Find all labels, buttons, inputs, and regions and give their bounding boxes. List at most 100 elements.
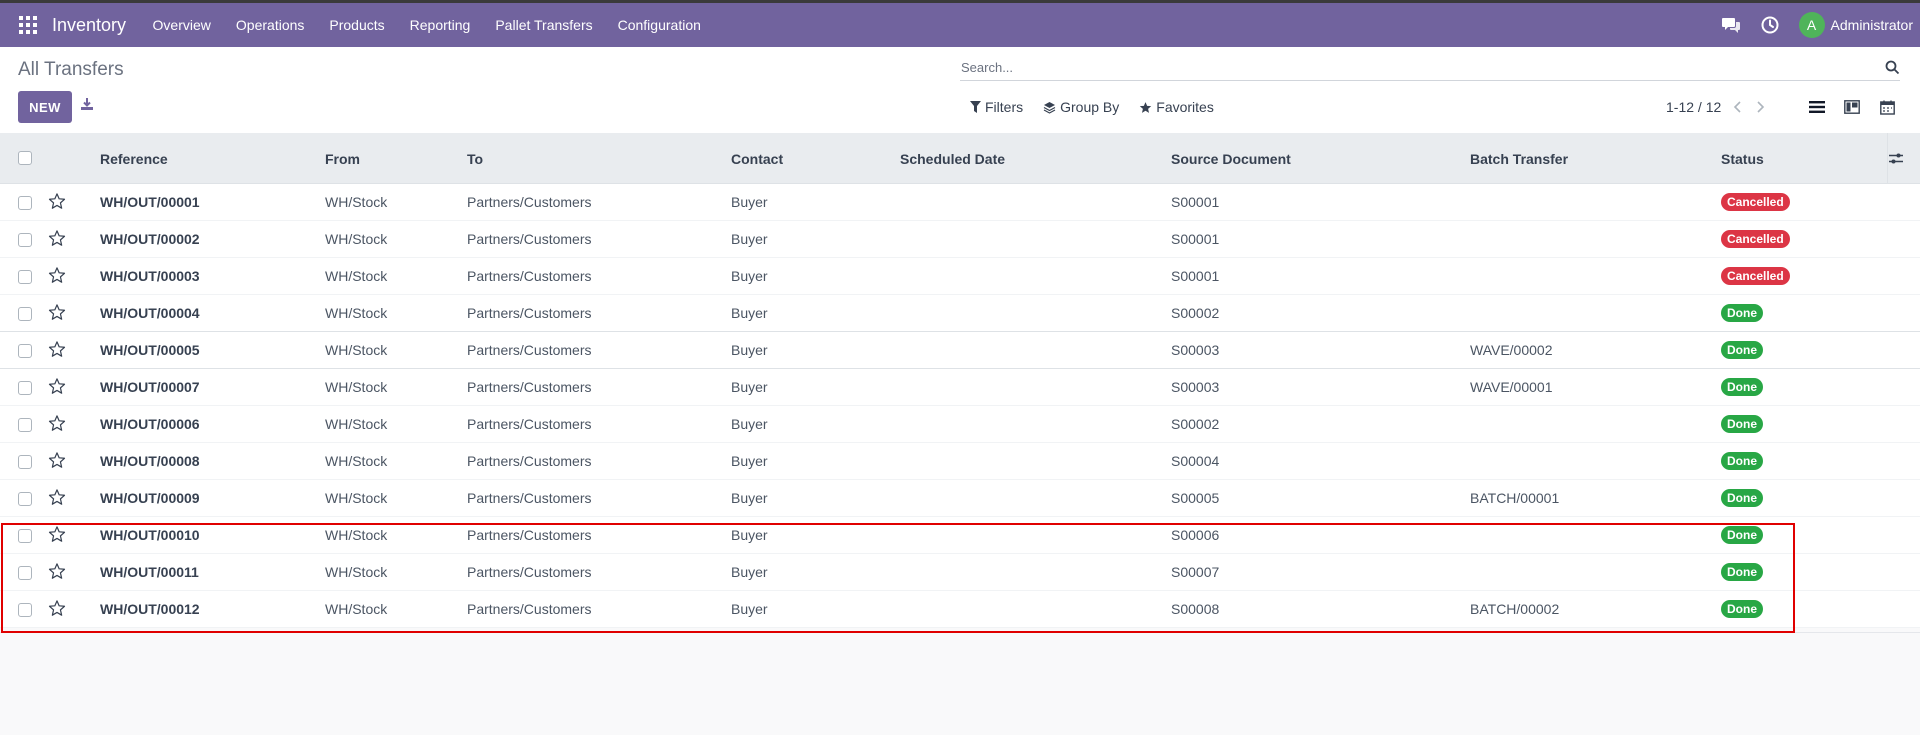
cell-to: Partners/Customers [467,416,592,432]
pager-next-icon[interactable] [1755,101,1765,113]
table-row[interactable]: WH/OUT/00008 WH/Stock Partners/Customers Bu… [0,443,1920,480]
cell-reference: WH/OUT/00003 [100,268,200,284]
group-by-toggle[interactable]: Group By [1043,99,1119,115]
optional-columns-icon[interactable] [1888,152,1904,170]
menu-reporting[interactable]: Reporting [397,17,483,33]
table-row[interactable]: WH/OUT/00004 WH/Stock Partners/Customers Bu… [0,295,1920,332]
star-icon[interactable] [48,266,66,289]
calendar-view-icon[interactable] [1876,97,1898,117]
cell-from: WH/Stock [325,268,388,284]
search-icon[interactable] [1885,60,1900,80]
cell-from: WH/Stock [325,379,388,395]
menu-operations[interactable]: Operations [223,17,316,33]
star-icon[interactable] [48,414,66,437]
cell-source-document: S00003 [1171,342,1220,358]
row-checkbox[interactable] [18,566,32,580]
search-input[interactable] [960,60,1860,75]
new-button[interactable]: NEW [18,91,72,123]
menu-pallet-transfers[interactable]: Pallet Transfers [483,17,605,33]
table-row[interactable]: WH/OUT/00003 WH/Stock Partners/Customers Bu… [0,258,1920,295]
favorites-toggle[interactable]: Favorites [1139,99,1214,115]
row-checkbox[interactable] [18,233,32,247]
status-badge: Cancelled [1721,267,1790,285]
table-row[interactable]: WH/OUT/00005 WH/Stock Partners/Customers Bu… [0,332,1920,369]
star-icon[interactable] [48,599,66,622]
pager-value[interactable]: 1-12 / 12 [1666,99,1721,115]
cell-to: Partners/Customers [467,527,592,543]
list-view-icon[interactable] [1806,97,1828,117]
cell-from: WH/Stock [325,527,388,543]
star-icon[interactable] [48,525,66,548]
table-row[interactable]: WH/OUT/00006 WH/Stock Partners/Customers Bu… [0,406,1920,443]
page-title[interactable]: All Transfers [18,59,124,81]
download-icon[interactable] [80,97,98,115]
cell-reference: WH/OUT/00008 [100,453,200,469]
cell-from: WH/Stock [325,490,388,506]
table-row[interactable]: WH/OUT/00010 WH/Stock Partners/Customers Bu… [0,517,1920,554]
filters-label: Filters [985,99,1024,115]
cell-reference: WH/OUT/00001 [100,194,200,210]
select-all-checkbox[interactable] [18,151,32,165]
menu-products[interactable]: Products [317,17,397,33]
column-header-source-document[interactable]: Source Document [1171,151,1291,167]
app-name[interactable]: Inventory [52,15,126,36]
layers-icon [1043,101,1056,114]
cell-from: WH/Stock [325,305,388,321]
row-checkbox[interactable] [18,196,32,210]
column-header-from[interactable]: From [325,151,360,167]
cell-from: WH/Stock [325,194,388,210]
star-icon[interactable] [48,562,66,585]
status-badge: Cancelled [1721,193,1790,211]
row-checkbox[interactable] [18,455,32,469]
star-icon[interactable] [48,377,66,400]
star-icon[interactable] [48,340,66,363]
table-row[interactable]: WH/OUT/00001 WH/Stock Partners/Customers Bu… [0,184,1920,221]
cell-to: Partners/Customers [467,601,592,617]
cell-to: Partners/Customers [467,268,592,284]
table-row[interactable]: WH/OUT/00007 WH/Stock Partners/Customers Bu… [0,369,1920,406]
table-row[interactable]: WH/OUT/00011 WH/Stock Partners/Customers Bu… [0,554,1920,591]
star-icon[interactable] [48,192,66,215]
column-header-batch-transfer[interactable]: Batch Transfer [1470,151,1568,167]
column-header-contact[interactable]: Contact [731,151,783,167]
cell-batch-transfer: BATCH/00001 [1470,490,1560,506]
row-checkbox[interactable] [18,529,32,543]
cell-contact: Buyer [731,305,768,321]
pager-previous-icon[interactable] [1733,101,1743,113]
avatar[interactable]: A [1798,12,1825,38]
star-icon[interactable] [48,303,66,326]
clock-icon[interactable] [1761,16,1779,34]
row-checkbox[interactable] [18,603,32,617]
row-checkbox[interactable] [18,270,32,284]
row-checkbox[interactable] [18,418,32,432]
star-icon[interactable] [48,229,66,252]
cell-contact: Buyer [731,379,768,395]
cell-from: WH/Stock [325,416,388,432]
row-checkbox[interactable] [18,492,32,506]
table-header: Reference From To Contact Scheduled Date… [0,133,1920,184]
kanban-view-icon[interactable] [1841,97,1863,117]
top-navbar: Inventory Overview Operations Products R… [0,0,1920,47]
filters-toggle[interactable]: Filters [970,99,1023,115]
apps-grid-icon[interactable] [19,16,37,34]
column-header-status[interactable]: Status [1721,151,1764,167]
menu-overview[interactable]: Overview [140,17,223,33]
table-row[interactable]: WH/OUT/00002 WH/Stock Partners/Customers Bu… [0,221,1920,258]
chat-icon[interactable] [1721,16,1741,34]
cell-contact: Buyer [731,268,768,284]
row-checkbox[interactable] [18,307,32,321]
column-header-scheduled-date[interactable]: Scheduled Date [900,151,1005,167]
user-name[interactable]: Administrator [1831,17,1913,33]
table-row[interactable]: WH/OUT/00012 WH/Stock Partners/Customers Bu… [0,591,1920,628]
column-header-reference[interactable]: Reference [100,151,168,167]
column-header-to[interactable]: To [467,151,483,167]
table-row[interactable]: WH/OUT/00009 WH/Stock Partners/Customers Bu… [0,480,1920,517]
cell-to: Partners/Customers [467,564,592,580]
star-icon[interactable] [48,488,66,511]
cell-contact: Buyer [731,490,768,506]
star-icon[interactable] [48,451,66,474]
row-checkbox[interactable] [18,344,32,358]
status-badge: Done [1721,489,1763,507]
row-checkbox[interactable] [18,381,32,395]
menu-configuration[interactable]: Configuration [605,17,713,33]
